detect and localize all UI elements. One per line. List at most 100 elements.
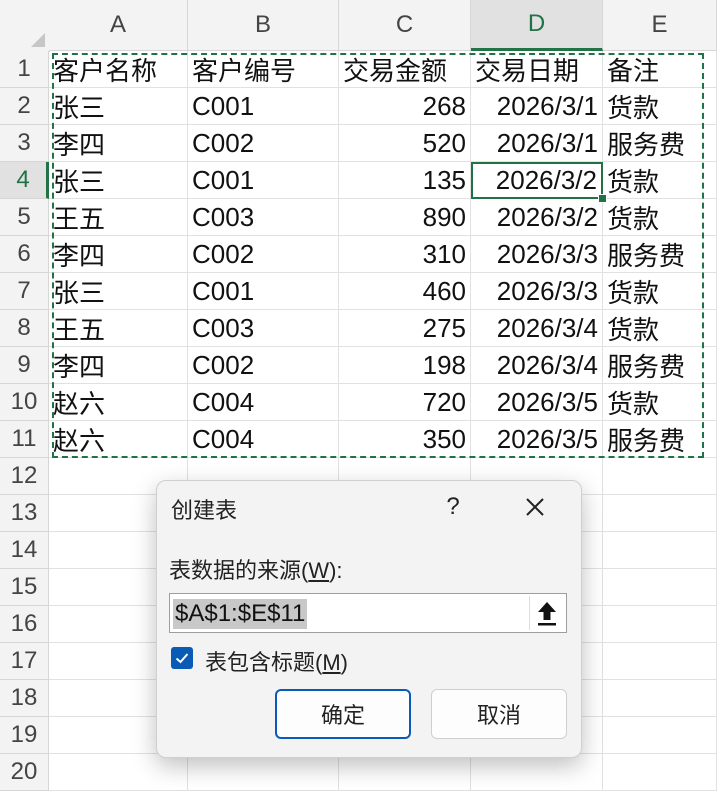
close-button[interactable] — [513, 489, 557, 525]
cell-c6[interactable]: 310 — [339, 236, 471, 273]
cell-e3[interactable]: 服务费 — [603, 125, 717, 162]
cell-a2[interactable]: 张三 — [49, 88, 188, 125]
cell-e5[interactable]: 货款 — [603, 199, 717, 236]
cell-c20[interactable] — [339, 754, 471, 791]
cell-b8[interactable]: C003 — [188, 310, 339, 347]
cell-d11[interactable]: 2026/3/5 — [471, 421, 603, 458]
cell-b4[interactable]: C001 — [188, 162, 339, 199]
cell-c5[interactable]: 890 — [339, 199, 471, 236]
has-headers-label[interactable]: 表包含标题(M) — [205, 645, 348, 677]
row-header-5[interactable]: 5 — [0, 199, 49, 236]
cell-c10[interactable]: 720 — [339, 384, 471, 421]
row-header-6[interactable]: 6 — [0, 236, 49, 273]
row-header-4[interactable]: 4 — [0, 162, 49, 199]
cell-c2[interactable]: 268 — [339, 88, 471, 125]
row-header-12[interactable]: 12 — [0, 458, 49, 495]
cell-a1[interactable]: 客户名称 — [49, 51, 188, 88]
row-header-2[interactable]: 2 — [0, 88, 49, 125]
cell-a9[interactable]: 李四 — [49, 347, 188, 384]
cell-b10[interactable]: C004 — [188, 384, 339, 421]
cell-e13[interactable] — [603, 495, 717, 532]
cell-b6[interactable]: C002 — [188, 236, 339, 273]
cell-b20[interactable] — [188, 754, 339, 791]
row-header-14[interactable]: 14 — [0, 532, 49, 569]
row-header-3[interactable]: 3 — [0, 125, 49, 162]
source-range-input[interactable]: $A$1:$E$11 — [169, 593, 567, 633]
row-header-18[interactable]: 18 — [0, 680, 49, 717]
cell-e20[interactable] — [603, 754, 717, 791]
cell-b11[interactable]: C004 — [188, 421, 339, 458]
cell-b1[interactable]: 客户编号 — [188, 51, 339, 88]
cancel-button[interactable]: 取消 — [431, 689, 567, 739]
cell-a11[interactable]: 赵六 — [49, 421, 188, 458]
cell-c8[interactable]: 275 — [339, 310, 471, 347]
has-headers-checkbox[interactable] — [171, 647, 193, 669]
cell-b5[interactable]: C003 — [188, 199, 339, 236]
row-header-19[interactable]: 19 — [0, 717, 49, 754]
cell-c3[interactable]: 520 — [339, 125, 471, 162]
column-header-b[interactable]: B — [188, 0, 339, 51]
fill-handle[interactable] — [598, 194, 607, 203]
select-all-corner[interactable] — [0, 0, 50, 52]
collapse-dialog-button[interactable] — [529, 596, 564, 630]
cell-a8[interactable]: 王五 — [49, 310, 188, 347]
ok-button[interactable]: 确定 — [275, 689, 411, 739]
row-header-20[interactable]: 20 — [0, 754, 49, 791]
cell-d8[interactable]: 2026/3/4 — [471, 310, 603, 347]
cell-e17[interactable] — [603, 643, 717, 680]
column-header-d[interactable]: D — [471, 0, 603, 51]
help-button[interactable]: ? — [433, 489, 473, 525]
row-header-8[interactable]: 8 — [0, 310, 49, 347]
row-header-16[interactable]: 16 — [0, 606, 49, 643]
cell-d1[interactable]: 交易日期 — [471, 51, 603, 88]
row-header-7[interactable]: 7 — [0, 273, 49, 310]
cell-c9[interactable]: 198 — [339, 347, 471, 384]
cell-e8[interactable]: 货款 — [603, 310, 717, 347]
cell-e9[interactable]: 服务费 — [603, 347, 717, 384]
cell-e10[interactable]: 货款 — [603, 384, 717, 421]
cell-a7[interactable]: 张三 — [49, 273, 188, 310]
cell-c7[interactable]: 460 — [339, 273, 471, 310]
cell-d7[interactable]: 2026/3/3 — [471, 273, 603, 310]
cell-d6[interactable]: 2026/3/3 — [471, 236, 603, 273]
row-header-13[interactable]: 13 — [0, 495, 49, 532]
row-header-15[interactable]: 15 — [0, 569, 49, 606]
cell-d4[interactable]: 2026/3/2 — [471, 162, 603, 199]
cell-a5[interactable]: 王五 — [49, 199, 188, 236]
cell-c11[interactable]: 350 — [339, 421, 471, 458]
cell-d10[interactable]: 2026/3/5 — [471, 384, 603, 421]
cell-b7[interactable]: C001 — [188, 273, 339, 310]
row-header-17[interactable]: 17 — [0, 643, 49, 680]
cell-e19[interactable] — [603, 717, 717, 754]
cell-c4[interactable]: 135 — [339, 162, 471, 199]
cell-e2[interactable]: 货款 — [603, 88, 717, 125]
column-header-c[interactable]: C — [339, 0, 471, 51]
row-header-9[interactable]: 9 — [0, 347, 49, 384]
cell-c1[interactable]: 交易金额 — [339, 51, 471, 88]
cell-a6[interactable]: 李四 — [49, 236, 188, 273]
cell-b9[interactable]: C002 — [188, 347, 339, 384]
cell-d20[interactable] — [471, 754, 603, 791]
cell-e15[interactable] — [603, 569, 717, 606]
cell-b3[interactable]: C002 — [188, 125, 339, 162]
cell-e7[interactable]: 货款 — [603, 273, 717, 310]
row-header-1[interactable]: 1 — [0, 51, 49, 88]
cell-d3[interactable]: 2026/3/1 — [471, 125, 603, 162]
column-header-a[interactable]: A — [49, 0, 188, 51]
cell-e12[interactable] — [603, 458, 717, 495]
cell-e4[interactable]: 货款 — [603, 162, 717, 199]
cell-d2[interactable]: 2026/3/1 — [471, 88, 603, 125]
cell-e16[interactable] — [603, 606, 717, 643]
cell-a10[interactable]: 赵六 — [49, 384, 188, 421]
cell-e14[interactable] — [603, 532, 717, 569]
cell-e6[interactable]: 服务费 — [603, 236, 717, 273]
cell-d9[interactable]: 2026/3/4 — [471, 347, 603, 384]
cell-b2[interactable]: C001 — [188, 88, 339, 125]
cell-e18[interactable] — [603, 680, 717, 717]
cell-a20[interactable] — [49, 754, 188, 791]
row-header-10[interactable]: 10 — [0, 384, 49, 421]
cell-a3[interactable]: 李四 — [49, 125, 188, 162]
row-header-11[interactable]: 11 — [0, 421, 49, 458]
cell-d5[interactable]: 2026/3/2 — [471, 199, 603, 236]
column-header-e[interactable]: E — [603, 0, 717, 51]
